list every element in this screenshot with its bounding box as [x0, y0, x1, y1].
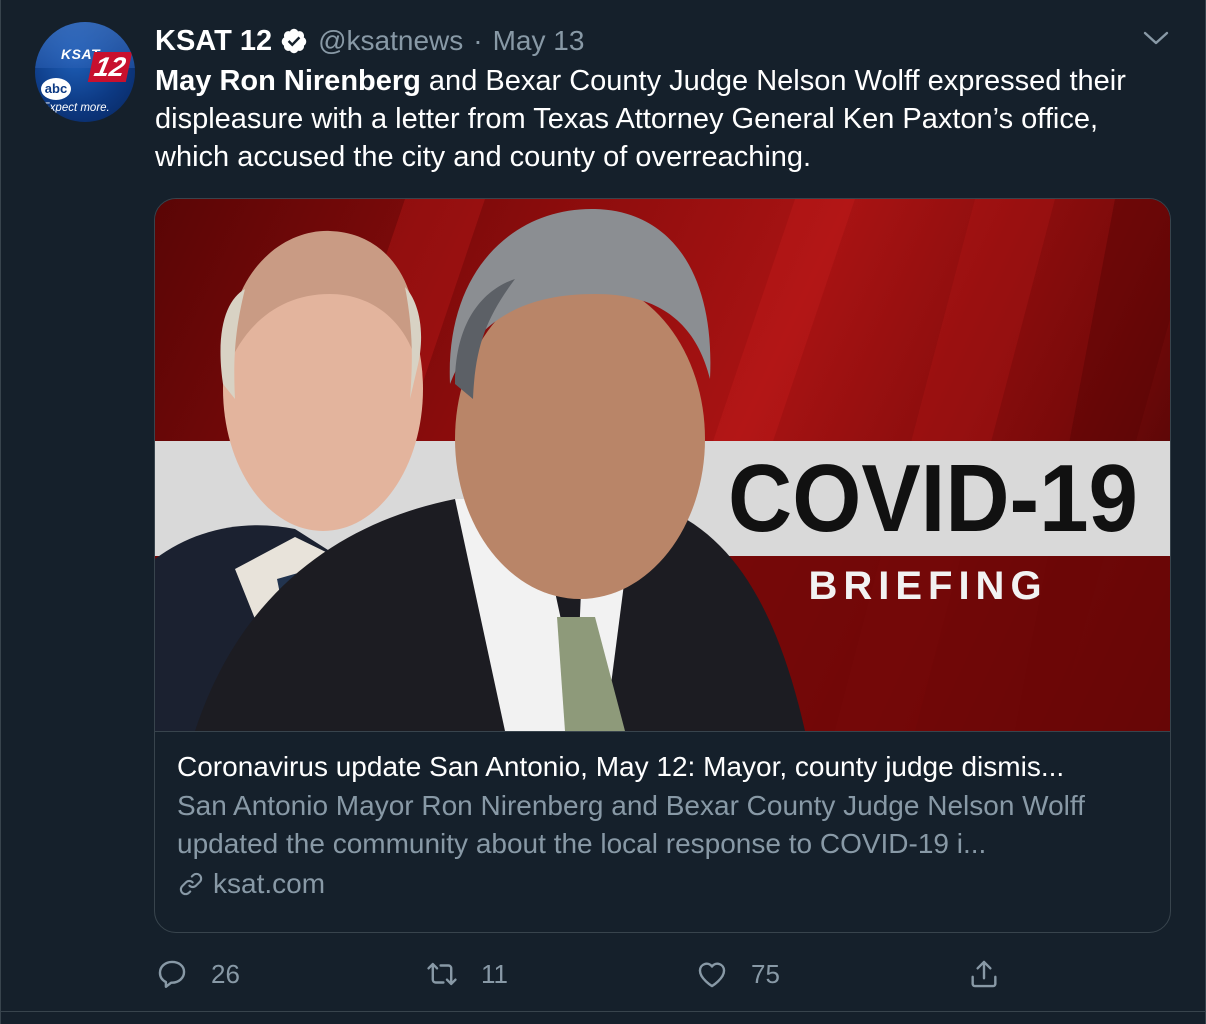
- reply-icon: [158, 960, 186, 988]
- card-image: COVID-19 BRIEFING: [155, 199, 1170, 731]
- like-button[interactable]: 75: [695, 952, 780, 996]
- avatar-number: 12: [87, 52, 133, 82]
- action-bar: 26 11 75: [155, 952, 1055, 996]
- retweet-icon: [427, 962, 457, 986]
- retweet-button[interactable]: 11: [425, 952, 508, 996]
- reply-count: 26: [211, 958, 240, 989]
- avatar-network: abc: [41, 78, 71, 100]
- like-count: 75: [751, 958, 780, 989]
- heart-icon: [698, 962, 726, 988]
- user-handle[interactable]: @ksatnews: [318, 25, 463, 57]
- card-image-headline: COVID-19: [728, 445, 1138, 552]
- link-card[interactable]: COVID-19 BRIEFING Coronavirus update San…: [154, 198, 1171, 933]
- tweet-text-bold: May Ron Nirenberg: [155, 65, 421, 97]
- verified-badge-icon: [280, 27, 308, 55]
- display-name[interactable]: KSAT 12: [155, 25, 272, 58]
- card-domain-text: ksat.com: [213, 868, 326, 899]
- separator-dot: ·: [473, 25, 483, 56]
- card-image-art: COVID-19 BRIEFING: [155, 199, 1170, 731]
- share-icon: [971, 960, 997, 988]
- tweet-header: KSAT 12 @ksatnews · May 13: [155, 22, 584, 60]
- card-domain: ksat.com: [177, 863, 1152, 905]
- reply-button[interactable]: 26: [155, 952, 240, 996]
- tweet-text: May Ron Nirenberg and Bexar County Judge…: [155, 62, 1165, 176]
- chevron-down-icon[interactable]: [1141, 26, 1171, 50]
- avatar[interactable]: KSAT 12 abc Expect more.: [35, 22, 135, 122]
- link-icon: [179, 872, 203, 896]
- card-image-subhead: BRIEFING: [808, 564, 1047, 608]
- tweet-divider: [1, 1011, 1205, 1012]
- avatar-tagline: Expect more.: [42, 102, 110, 114]
- tweet-date[interactable]: May 13: [493, 25, 585, 57]
- card-description: San Antonio Mayor Ron Nirenberg and Bexa…: [177, 790, 1085, 859]
- card-text: Coronavirus update San Antonio, May 12: …: [177, 747, 1152, 905]
- retweet-count: 11: [481, 958, 508, 989]
- card-title: Coronavirus update San Antonio, May 12: …: [177, 751, 1065, 782]
- share-button[interactable]: [967, 952, 1001, 996]
- card-divider: [155, 731, 1170, 732]
- tweet[interactable]: KSAT 12 abc Expect more. KSAT 12 @ksatne…: [0, 0, 1206, 1024]
